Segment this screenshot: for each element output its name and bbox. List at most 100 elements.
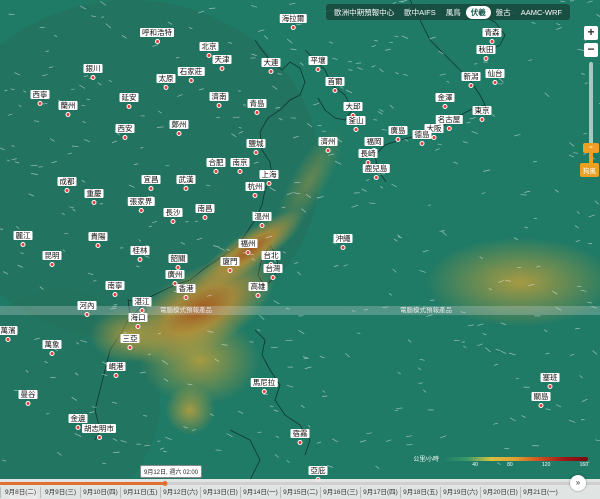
city-marker[interactable]: 貴陽 <box>88 232 108 248</box>
timeline-day[interactable]: 9月11日(五) <box>120 487 160 498</box>
city-marker[interactable]: 萬濱 <box>0 326 18 342</box>
timeline-day[interactable]: 9月14日(一) <box>240 487 280 498</box>
city-marker[interactable]: 青島 <box>247 99 267 115</box>
timeline-day[interactable]: 9月10日(四) <box>80 487 120 498</box>
city-marker[interactable]: 麗江 <box>13 231 33 247</box>
timeline-day[interactable]: 9月19日(六) <box>440 487 480 498</box>
city-marker[interactable]: 鄭州 <box>169 120 189 136</box>
city-marker[interactable]: 南昌 <box>195 204 215 220</box>
city-marker[interactable]: 青森 <box>482 28 502 44</box>
model-pangu[interactable]: 盤古 <box>491 6 516 19</box>
city-marker[interactable]: 西安 <box>115 124 135 140</box>
city-marker[interactable]: 杭州 <box>245 182 265 198</box>
city-label: 仙台 <box>485 69 505 78</box>
city-marker[interactable]: 蘭州 <box>58 101 78 117</box>
city-marker[interactable]: 湛江 <box>132 297 152 313</box>
city-marker[interactable]: 重慶 <box>84 189 104 205</box>
timeline-day[interactable]: 9月15日(二) <box>280 487 320 498</box>
city-marker[interactable]: 西寧 <box>30 90 50 106</box>
timeline-marker[interactable] <box>162 481 168 486</box>
legend-color-bar: 40 80 120 160 <box>443 456 588 468</box>
city-marker[interactable]: 塞班 <box>540 373 560 389</box>
model-fuxi[interactable]: 伏羲 <box>465 5 491 19</box>
city-marker[interactable]: 成都 <box>57 177 77 193</box>
city-marker[interactable]: 韶關 <box>168 254 188 270</box>
city-marker[interactable]: 仙台 <box>485 69 505 85</box>
city-marker[interactable]: 鹿兒島 <box>362 164 390 180</box>
city-marker[interactable]: 濟南 <box>209 92 229 108</box>
city-marker[interactable]: 台灣 <box>263 264 283 280</box>
city-marker[interactable]: 三亞 <box>120 334 140 350</box>
city-marker[interactable]: 胡志明市 <box>82 424 116 440</box>
city-marker[interactable]: 延安 <box>119 93 139 109</box>
city-marker[interactable]: 金澤 <box>435 93 455 109</box>
city-marker[interactable]: 德島 <box>412 130 432 146</box>
city-marker[interactable]: 香港 <box>176 284 196 300</box>
city-marker[interactable]: 海口 <box>128 313 148 329</box>
city-marker[interactable]: 平壤 <box>308 56 328 72</box>
timeline-day[interactable]: 9月17日(四) <box>360 487 400 498</box>
city-marker[interactable]: 武漢 <box>176 175 196 191</box>
zoom-slider-handle[interactable]: = <box>583 142 599 153</box>
city-marker[interactable]: 廣島 <box>388 126 408 142</box>
city-marker[interactable]: 關島 <box>531 392 551 408</box>
city-marker[interactable]: 張家界 <box>127 197 155 213</box>
city-marker[interactable]: 海拉爾 <box>279 14 307 30</box>
model-aifs[interactable]: 歐中AIFS <box>399 6 441 19</box>
city-marker[interactable]: 呼和浩特 <box>140 28 174 44</box>
city-marker[interactable]: 太原 <box>156 74 176 90</box>
city-marker[interactable]: 高雄 <box>248 282 268 298</box>
city-marker[interactable]: 鹽城 <box>246 139 266 155</box>
city-dot-icon <box>340 245 346 250</box>
city-dot-icon <box>245 250 251 255</box>
city-marker[interactable]: 宿霧 <box>290 429 310 445</box>
city-marker[interactable]: 秋田 <box>476 45 496 61</box>
city-marker[interactable]: 曼谷 <box>18 390 38 406</box>
timeline-day[interactable]: 9月9日(三) <box>40 487 80 498</box>
city-marker[interactable]: 天津 <box>212 55 232 71</box>
model-aamc-wrf[interactable]: AAMC-WRF <box>516 7 567 18</box>
city-marker[interactable]: 溫州 <box>252 212 272 228</box>
city-marker[interactable]: 大連 <box>261 58 281 74</box>
timeline-day[interactable]: 9月21日(一) <box>520 487 560 498</box>
timeline-day[interactable]: 9月20日(日) <box>480 487 520 498</box>
city-marker[interactable]: 新潟 <box>461 72 481 88</box>
city-marker[interactable]: 沖繩 <box>333 234 353 250</box>
city-marker[interactable]: 桂林 <box>130 246 150 262</box>
city-marker[interactable]: 首爾 <box>325 77 345 93</box>
timeline-day[interactable]: 9月12日(六) <box>160 487 200 498</box>
layer-label[interactable]: 狗風 <box>580 163 599 177</box>
city-marker[interactable]: 濟州 <box>318 137 338 153</box>
city-marker[interactable]: 釜山 <box>346 116 366 132</box>
city-marker[interactable]: 廈門 <box>220 257 240 273</box>
model-ecmwf[interactable]: 歐洲中期預報中心 <box>329 6 399 19</box>
city-marker[interactable]: 馬尼拉 <box>250 378 278 394</box>
zoom-slider[interactable]: = <box>583 62 599 172</box>
city-marker[interactable]: 合肥 <box>206 158 226 174</box>
city-marker[interactable]: 昆明 <box>42 251 62 267</box>
timeline-day[interactable]: 9月16日(三) <box>320 487 360 498</box>
city-label: 海口 <box>128 313 148 322</box>
forward-button[interactable]: » <box>570 475 586 491</box>
model-fengniao[interactable]: 風鳥 <box>441 6 466 19</box>
zoom-out-button[interactable]: − <box>584 43 598 57</box>
city-marker[interactable]: 南寧 <box>105 281 125 297</box>
city-dot-icon <box>297 440 303 445</box>
city-marker[interactable]: 長崎 <box>358 149 378 165</box>
timeline-day[interactable]: 9月8日(二) <box>0 487 40 498</box>
model-selector[interactable]: 歐洲中期預報中心 歐中AIFS 風鳥 伏羲 盤古 AAMC-WRF <box>326 4 570 20</box>
city-marker[interactable]: 福州 <box>238 239 258 255</box>
timeline[interactable]: 9月8日(二) 9月9日(三) 9月10日(四) 9月11日(五) 9月12日(六) 9月… <box>0 479 600 499</box>
city-marker[interactable]: 銀川 <box>83 64 103 80</box>
city-marker[interactable]: 河內 <box>77 301 97 317</box>
city-marker[interactable]: 石家莊 <box>177 67 205 83</box>
city-marker[interactable]: 萬象 <box>42 340 62 356</box>
city-marker[interactable]: 東京 <box>472 106 492 122</box>
city-marker[interactable]: 南京 <box>230 158 250 174</box>
zoom-in-button[interactable]: + <box>584 26 598 40</box>
city-marker[interactable]: 宜昌 <box>141 175 161 191</box>
timeline-day[interactable]: 9月18日(五) <box>400 487 440 498</box>
city-marker[interactable]: 長沙 <box>163 208 183 224</box>
city-marker[interactable]: 峴港 <box>106 362 126 378</box>
timeline-day[interactable]: 9月13日(日) <box>200 487 240 498</box>
